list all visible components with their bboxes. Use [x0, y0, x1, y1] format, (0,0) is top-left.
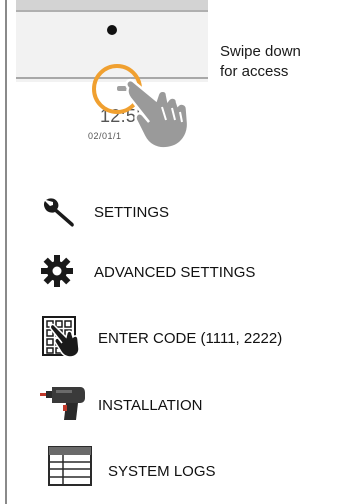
menu-label-installation: INSTALLATION — [98, 397, 203, 414]
wrench-icon — [43, 198, 74, 227]
menu-label-system-logs: SYSTEM LOGS — [108, 463, 216, 480]
swipe-caption-line1: Swipe down — [220, 43, 301, 60]
table-grid-icon — [48, 446, 92, 486]
menu-item-settings[interactable]: SETTINGS — [0, 193, 348, 233]
instruction-page: 12:55 02/01/1 Swipe down for access SETT… — [0, 0, 348, 504]
swipe-caption-line2: for access — [220, 63, 289, 80]
menu-item-enter-code[interactable]: ENTER CODE (1111, 2222) — [0, 315, 348, 357]
menu-item-advanced-settings[interactable]: ADVANCED SETTINGS — [0, 252, 348, 292]
menu-label-settings: SETTINGS — [94, 204, 170, 221]
swipe-caption: Swipe down for access — [220, 42, 340, 82]
clock-date: 02/01/1 — [88, 131, 122, 141]
menu-label-advanced-settings: ADVANCED SETTINGS — [94, 264, 256, 281]
panel-top-bar — [16, 0, 208, 10]
camera-dot-icon — [107, 25, 117, 35]
menu-item-system-logs[interactable]: SYSTEM LOGS — [0, 446, 348, 486]
panel-preview: 12:55 02/01/1 — [16, 0, 208, 150]
gear-icon — [41, 255, 73, 287]
pointing-hand-icon — [125, 79, 190, 150]
drill-icon — [40, 387, 85, 420]
keypad-hand-icon — [42, 316, 80, 357]
menu-label-enter-code: ENTER CODE (1111, 2222) — [98, 330, 283, 347]
menu-item-installation[interactable]: INSTALLATION — [0, 384, 348, 424]
